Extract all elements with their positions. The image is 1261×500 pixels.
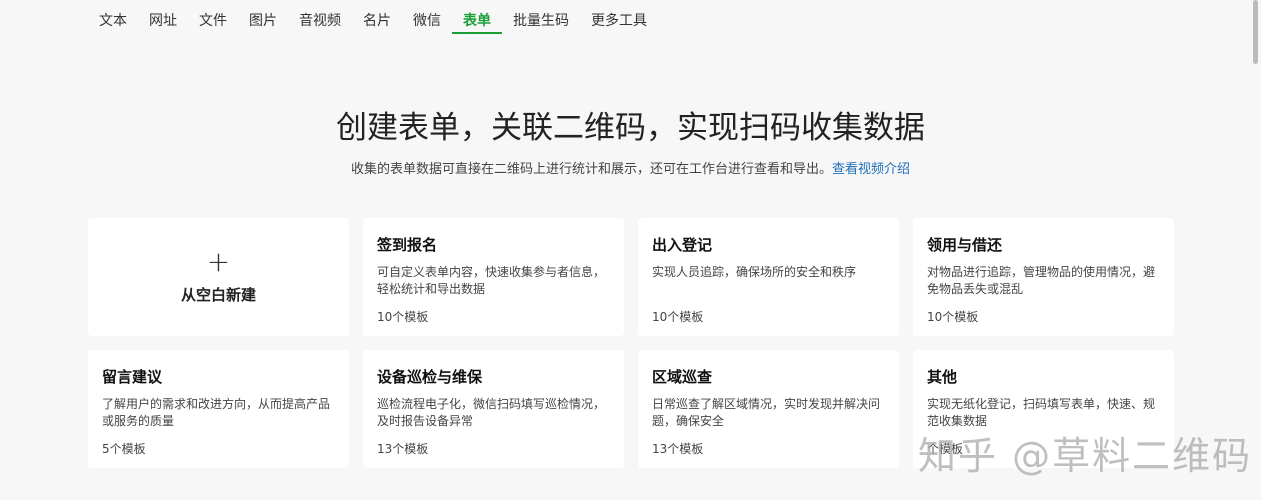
tab-4[interactable]: 音视频 xyxy=(288,0,352,34)
card-count: 13个模板 xyxy=(652,442,704,456)
template-card[interactable]: 其他实现无纸化登记，扫码填写表单，快速、规范收集数据个模板 xyxy=(913,350,1174,468)
tab-9[interactable]: 更多工具 xyxy=(580,0,658,34)
template-card[interactable]: 留言建议了解用户的需求和改进方向，从而提高产品或服务的质量 5个模板 xyxy=(88,350,349,468)
card-count: 10个模板 xyxy=(652,310,704,324)
plus-icon: + xyxy=(206,245,231,278)
tab-8[interactable]: 批量生码 xyxy=(502,0,580,34)
page-subtitle: 收集的表单数据可直接在二维码上进行统计和展示，还可在工作台进行查看和导出。查看视… xyxy=(0,158,1261,177)
card-desc: 实现人员追踪，确保场所的安全和秩序 xyxy=(652,265,857,279)
template-card[interactable]: 区域巡查日常巡查了解区域情况，实时发现并解决问题，确保安全 13个模板 xyxy=(638,350,899,468)
card-title: 领用与借还 xyxy=(927,236,1003,254)
tab-7[interactable]: 表单 xyxy=(452,0,502,34)
tab-5[interactable]: 名片 xyxy=(352,0,402,34)
tab-3[interactable]: 图片 xyxy=(238,0,288,34)
tool-nav: 文本 网址 文件 图片 音视频 名片 微信 表单 批量生码 更多工具 xyxy=(88,0,658,36)
tab-6[interactable]: 微信 xyxy=(402,0,452,34)
card-title: 留言建议 xyxy=(102,368,163,386)
template-card[interactable]: 出入登记实现人员追踪，确保场所的安全和秩序 10个模板 xyxy=(638,218,899,336)
card-title: 设备巡检与维保 xyxy=(377,368,483,386)
page-title: 创建表单，关联二维码，实现扫码收集数据 xyxy=(336,110,925,146)
subtitle-text: 收集的表单数据可直接在二维码上进行统计和展示，还可在工作台进行查看和导出。 xyxy=(350,162,832,177)
create-blank-label: 从空白新建 xyxy=(180,286,256,304)
template-card[interactable]: 领用与借还对物品进行追踪，管理物品的使用情况，避免物品丢失或混乱 10个模板 xyxy=(913,218,1174,336)
card-title: 出入登记 xyxy=(652,236,713,254)
video-intro-link[interactable]: 查看视频介绍 xyxy=(832,162,910,177)
create-blank-card[interactable]: + 从空白新建 xyxy=(88,218,349,336)
tab-0[interactable]: 文本 xyxy=(88,0,138,34)
card-desc: 巡检流程电子化，微信扫码填写巡检情况，及时报告设备异常 xyxy=(377,397,606,428)
card-title: 区域巡查 xyxy=(652,368,713,386)
tab-1[interactable]: 网址 xyxy=(138,0,188,34)
card-count: 5个模板 xyxy=(102,442,146,456)
template-card[interactable]: 设备巡检与维保巡检流程电子化，微信扫码填写巡检情况，及时报告设备异常 13个模板 xyxy=(363,350,624,468)
card-title: 其他 xyxy=(927,368,958,386)
card-count: 个模板 xyxy=(927,442,964,456)
card-desc: 了解用户的需求和改进方向，从而提高产品或服务的质量 xyxy=(102,397,331,428)
card-count: 10个模板 xyxy=(377,310,429,324)
scrollbar[interactable] xyxy=(1253,0,1258,64)
card-desc: 对物品进行追踪，管理物品的使用情况，避免物品丢失或混乱 xyxy=(927,265,1156,296)
card-desc: 实现无纸化登记，扫码填写表单，快速、规范收集数据 xyxy=(927,397,1156,428)
card-count: 10个模板 xyxy=(927,310,979,324)
card-desc: 日常巡查了解区域情况，实时发现并解决问题，确保安全 xyxy=(652,397,881,428)
tab-2[interactable]: 文件 xyxy=(188,0,238,34)
template-card[interactable]: 签到报名可自定义表单内容，快速收集参与者信息，轻松统计和导出数据 10个模板 xyxy=(363,218,624,336)
card-desc: 可自定义表单内容，快速收集参与者信息，轻松统计和导出数据 xyxy=(377,265,606,296)
card-title: 签到报名 xyxy=(377,236,438,254)
card-count: 13个模板 xyxy=(377,442,429,456)
